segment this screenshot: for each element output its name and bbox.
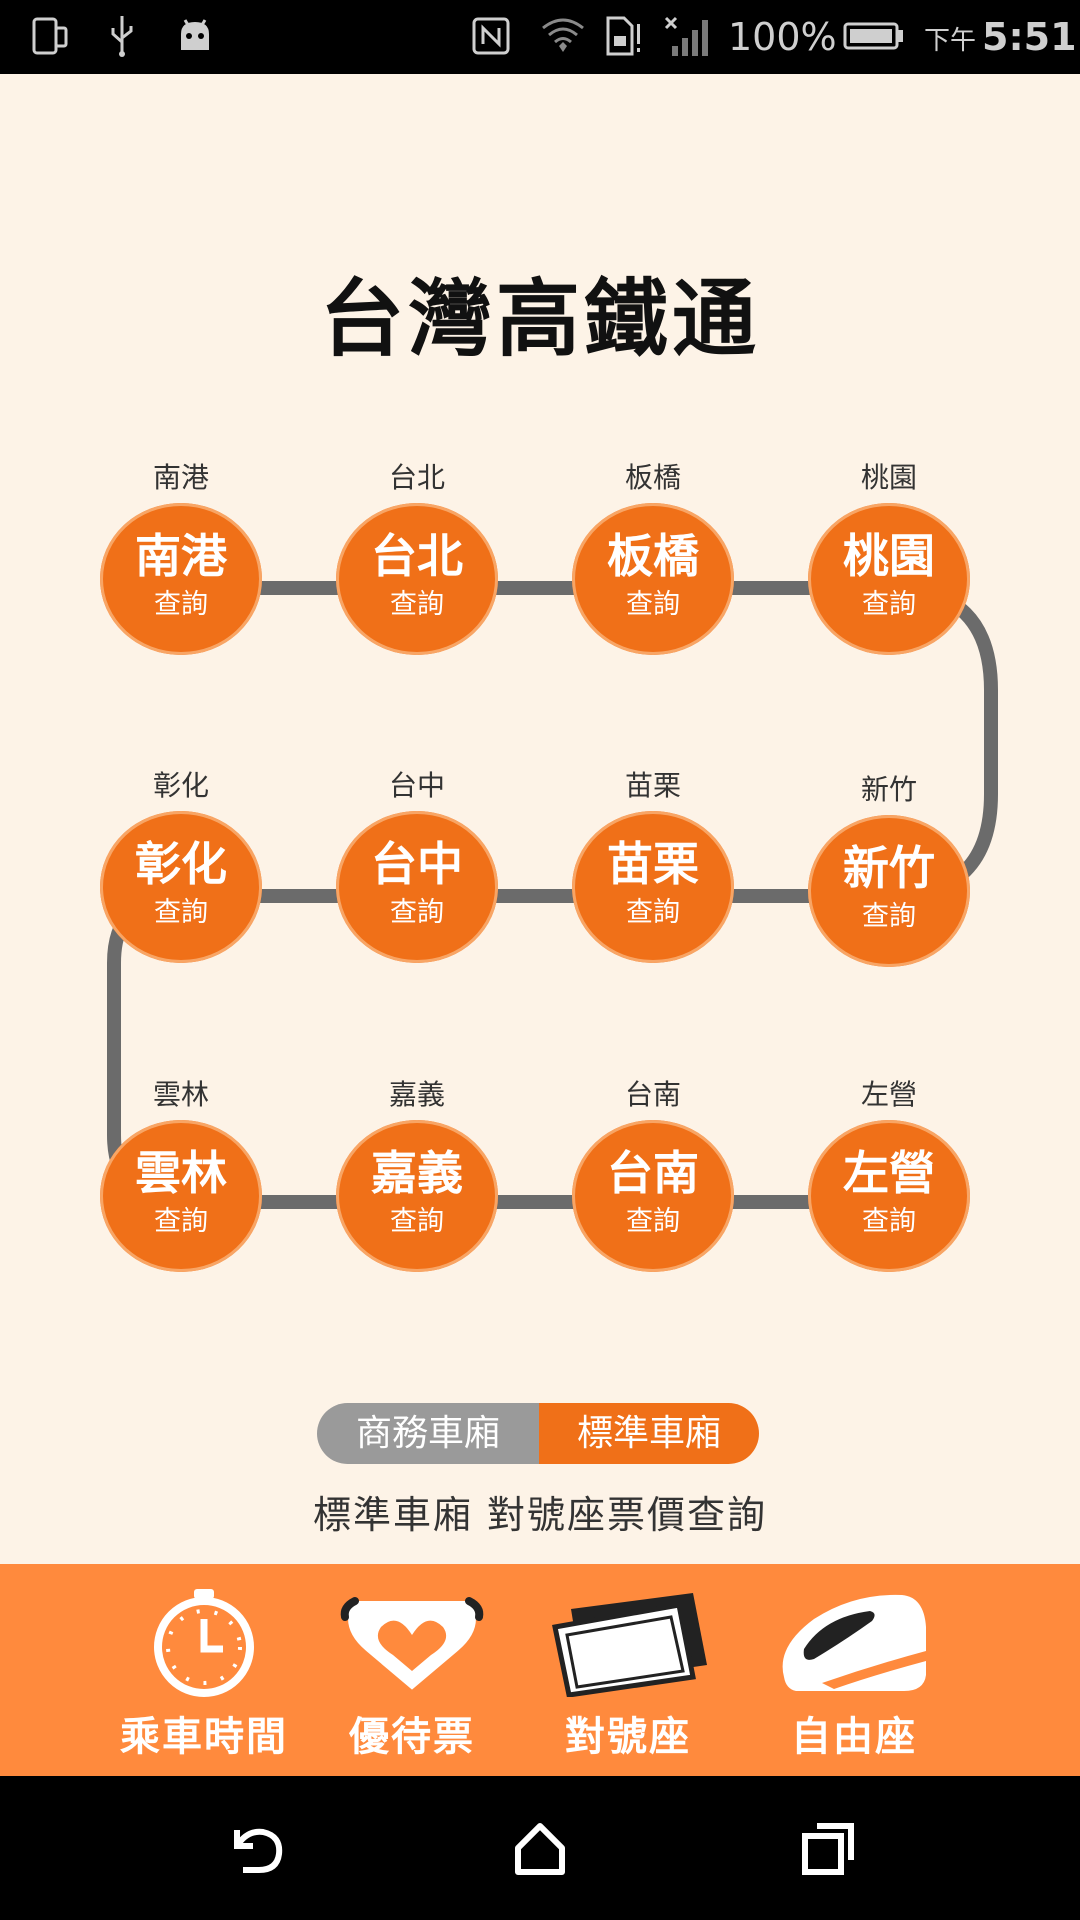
station-button-chiayi[interactable]: 嘉義 查詢 — [336, 1120, 498, 1272]
station-label-changhua: 彰化 — [152, 769, 209, 802]
ticket-icon — [518, 1582, 738, 1702]
station-name: 台南 — [607, 1146, 699, 1200]
station-query-label: 查詢 — [390, 589, 444, 620]
station-button-miaoli[interactable]: 苗栗 查詢 — [572, 811, 734, 963]
back-icon[interactable] — [210, 1812, 300, 1884]
system-nav-bar — [0, 1776, 1080, 1920]
station-name: 台北 — [371, 529, 463, 583]
station-label-tainan: 台南 — [624, 1078, 681, 1111]
station-label-zuoying: 左營 — [860, 1078, 917, 1111]
nav-label-reserved-seat: 對號座 — [565, 1714, 691, 1760]
recents-icon[interactable] — [783, 1812, 873, 1884]
station-label-hsinchu: 新竹 — [860, 773, 917, 806]
nav-non-reserved-seat[interactable]: 自由座 — [744, 1564, 964, 1776]
station-name: 苗栗 — [607, 837, 699, 891]
station-button-yunlin[interactable]: 雲林 查詢 — [100, 1120, 262, 1272]
station-name: 彰化 — [135, 837, 227, 891]
station-query-label: 查詢 — [626, 1206, 680, 1237]
station-label-taoyuan: 桃園 — [860, 461, 917, 494]
station-name: 桃園 — [843, 529, 935, 583]
station-label-taipei: 台北 — [388, 461, 445, 494]
station-label-banqiao: 板橋 — [624, 461, 681, 494]
station-label-chiayi: 嘉義 — [388, 1078, 445, 1111]
station-button-changhua[interactable]: 彰化 查詢 — [100, 811, 262, 963]
station-query-label: 查詢 — [154, 897, 208, 928]
station-name: 雲林 — [135, 1146, 227, 1200]
station-name: 新竹 — [843, 841, 935, 895]
station-button-banqiao[interactable]: 板橋 查詢 — [572, 503, 734, 655]
station-name: 嘉義 — [371, 1146, 463, 1200]
nav-ride-time[interactable]: 乘車時間 — [94, 1564, 314, 1776]
nav-reserved-seat[interactable]: 對號座 — [518, 1564, 738, 1776]
station-query-label: 查詢 — [154, 589, 208, 620]
station-query-label: 查詢 — [626, 897, 680, 928]
station-label-taichung: 台中 — [388, 769, 445, 802]
bullet-train-icon — [744, 1582, 964, 1702]
station-button-hsinchu[interactable]: 新竹 查詢 — [808, 815, 970, 967]
station-label-yunlin: 雲林 — [152, 1078, 209, 1111]
station-button-tainan[interactable]: 台南 查詢 — [572, 1120, 734, 1272]
station-name: 左營 — [843, 1146, 935, 1200]
station-button-zuoying[interactable]: 左營 查詢 — [808, 1120, 970, 1272]
car-class-toggle: 商務車廂 標準車廂 — [317, 1403, 759, 1464]
station-query-label: 查詢 — [154, 1206, 208, 1237]
station-button-taoyuan[interactable]: 桃園 查詢 — [808, 503, 970, 655]
bottom-nav-bar: 乘車時間 優待票 對號座 自由座 — [0, 1564, 1080, 1776]
business-class-tab[interactable]: 商務車廂 — [317, 1403, 539, 1464]
station-name: 台中 — [371, 837, 463, 891]
nav-label-non-reserved-seat: 自由座 — [791, 1714, 917, 1760]
station-query-label: 查詢 — [626, 589, 680, 620]
standard-class-tab[interactable]: 標準車廂 — [539, 1403, 759, 1464]
heart-hands-icon — [302, 1582, 522, 1702]
home-icon[interactable] — [495, 1812, 585, 1884]
station-query-label: 查詢 — [862, 1206, 916, 1237]
station-query-label: 查詢 — [862, 589, 916, 620]
station-query-label: 查詢 — [390, 897, 444, 928]
station-label-nangang: 南港 — [152, 461, 209, 494]
station-query-label: 查詢 — [862, 901, 916, 932]
fare-query-caption: 標準車廂 對號座票價查詢 — [312, 1493, 768, 1537]
nav-label-ride-time: 乘車時間 — [120, 1714, 288, 1760]
clock-icon — [94, 1582, 314, 1702]
station-label-miaoli: 苗栗 — [624, 769, 681, 802]
nav-label-concession-ticket: 優待票 — [349, 1714, 475, 1760]
station-name: 板橋 — [607, 529, 699, 583]
station-button-taichung[interactable]: 台中 查詢 — [336, 811, 498, 963]
nav-concession-ticket[interactable]: 優待票 — [302, 1564, 522, 1776]
station-button-taipei[interactable]: 台北 查詢 — [336, 503, 498, 655]
station-name: 南港 — [135, 529, 227, 583]
station-query-label: 查詢 — [390, 1206, 444, 1237]
station-button-nangang[interactable]: 南港 查詢 — [100, 503, 262, 655]
